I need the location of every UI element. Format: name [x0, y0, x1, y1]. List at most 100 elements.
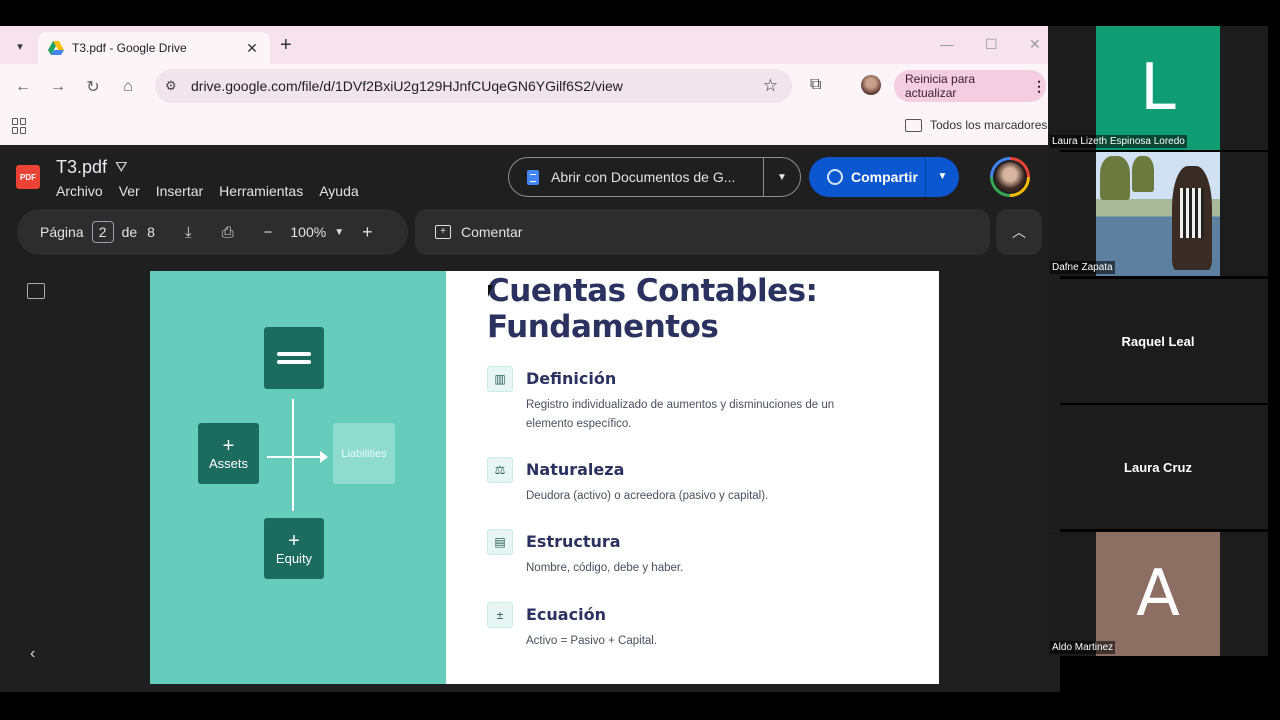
minimize-icon[interactable]: —	[940, 36, 954, 52]
close-tab-icon[interactable]: ✕	[244, 40, 260, 57]
open-with-label: Abrir con Documentos de G...	[551, 169, 736, 185]
url-text[interactable]: drive.google.com/file/d/1DVf2BxiU2g129HJ…	[191, 78, 763, 94]
menu-ver[interactable]: Ver	[119, 183, 140, 199]
tab-search-button[interactable]: ▾	[8, 34, 32, 58]
participant-tile[interactable]: A Aldo Martinez	[1048, 532, 1268, 656]
zoom-in-icon[interactable]: +	[362, 222, 373, 243]
add-to-drive-icon[interactable]: ⛛	[115, 159, 128, 176]
previous-page-icon[interactable]: ‹	[30, 645, 35, 663]
collapse-toolbar-icon[interactable]: ︿	[996, 209, 1042, 255]
participant-tile[interactable]: L Laura Lizeth Espinosa Loredo	[1048, 26, 1268, 150]
equals-box	[264, 327, 324, 389]
item-heading: Estructura	[526, 532, 621, 551]
item-heading: Ecuación	[526, 605, 606, 624]
tab-title: T3.pdf - Google Drive	[72, 41, 187, 55]
participant-name: Raquel Leal	[1121, 334, 1195, 349]
menu-ayuda[interactable]: Ayuda	[319, 183, 358, 199]
zoom-level[interactable]: 100%	[290, 224, 326, 240]
restart-update-button[interactable]: Reinicia para actualizar ⋮	[894, 70, 1046, 102]
participant-tile[interactable]: Laura Cruz	[1048, 405, 1268, 529]
site-settings-icon[interactable]: ⚙	[165, 78, 183, 94]
item-heading: Naturaleza	[526, 460, 625, 479]
download-icon[interactable]: ⤓	[185, 224, 192, 241]
scale-icon: ⚖	[487, 457, 513, 483]
participant-video	[1096, 152, 1220, 276]
tree	[1100, 156, 1130, 200]
slide-title-line1: Cuentas Contables:	[487, 273, 818, 309]
zoom-dropdown-icon[interactable]: ▼	[334, 227, 344, 238]
share-dropdown-icon[interactable]: ▼	[925, 157, 959, 197]
equity-box: + Equity	[264, 518, 324, 579]
slide-title-line2: Fundamentos	[487, 309, 719, 345]
home-icon[interactable]: ⌂	[117, 76, 139, 98]
update-label: Reinicia para actualizar	[905, 72, 976, 100]
item-text: Registro individualizado de aumentos y d…	[526, 399, 835, 430]
extensions-icon[interactable]: ⧉	[810, 76, 821, 94]
diagram-horizontal-line	[267, 456, 322, 458]
viewer-menu-bar: Archivo Ver Insertar Herramientas Ayuda	[56, 183, 375, 199]
reload-icon[interactable]: ↻	[82, 76, 104, 98]
account-avatar[interactable]	[990, 157, 1030, 197]
folder-icon	[905, 118, 922, 132]
document-title[interactable]: T3.pdf	[56, 157, 107, 178]
apps-grid-icon[interactable]	[12, 118, 28, 134]
page-toolbar: Página 2 de 8 ⤓ ⎙ − 100% ▼ +	[17, 209, 408, 255]
print-icon[interactable]: ⎙	[222, 224, 234, 241]
item-heading: Definición	[526, 369, 617, 388]
back-arrow-icon[interactable]: ←	[12, 76, 34, 98]
plus-icon: +	[288, 530, 300, 552]
screen: ▾ T3.pdf - Google Drive ✕ + — ☐ ✕ ← → ↻ …	[0, 0, 1280, 720]
slide-illustration: + Assets Liabilities + Equity	[150, 271, 446, 684]
share-button[interactable]: Compartir ▼	[809, 157, 959, 197]
menu-insertar[interactable]: Insertar	[156, 183, 203, 199]
page-of-label: de	[121, 224, 138, 240]
zoom-out-icon[interactable]: −	[264, 224, 273, 241]
image-thumbnail-icon[interactable]	[27, 283, 45, 299]
browser-window: ▾ T3.pdf - Google Drive ✕ + — ☐ ✕ ← → ↻ …	[0, 26, 1048, 145]
participant-tile[interactable]: Raquel Leal	[1048, 279, 1268, 403]
page-total: 8	[147, 224, 155, 240]
diagram-vertical-line	[292, 399, 294, 511]
share-label: Compartir	[851, 169, 918, 185]
item-text: Deudora (activo) o acreedora (pasivo y c…	[526, 490, 769, 502]
mouse-cursor	[488, 285, 493, 297]
participant-initial-avatar: A	[1096, 532, 1220, 656]
structure-icon: ▤	[487, 529, 513, 555]
page-label: Página	[40, 224, 84, 240]
browser-toolbar: ← → ↻ ⌂ ⚙ drive.google.com/file/d/1DVf2B…	[0, 64, 1048, 108]
item-text: Activo = Pasivo + Capital.	[526, 635, 658, 647]
globe-icon	[827, 169, 843, 185]
participant-tile[interactable]: Dafne Zapata	[1048, 152, 1268, 276]
forward-arrow-icon[interactable]: →	[47, 76, 69, 98]
pdf-file-icon: PDF	[16, 165, 40, 189]
comment-button[interactable]: Comentar	[461, 224, 522, 240]
maximize-icon[interactable]: ☐	[985, 36, 998, 53]
liabilities-label: Liabilities	[341, 447, 387, 460]
browser-profile-avatar[interactable]	[861, 75, 881, 95]
open-with-dropdown-icon[interactable]: ▼	[764, 172, 800, 183]
menu-herramientas[interactable]: Herramientas	[219, 183, 303, 199]
equals-icon	[277, 348, 311, 368]
participant-name: Laura Lizeth Espinosa Loredo	[1050, 135, 1187, 148]
calculator-icon: ±	[487, 602, 513, 628]
menu-archivo[interactable]: Archivo	[56, 183, 103, 199]
tab-bar: ▾ T3.pdf - Google Drive ✕ + — ☐ ✕	[0, 26, 1048, 64]
drive-pdf-viewer: PDF T3.pdf ⛛ Archivo Ver Insertar Herram…	[0, 145, 1060, 692]
participant-initial-avatar: L	[1096, 26, 1220, 150]
google-docs-icon	[527, 169, 539, 185]
close-window-icon[interactable]: ✕	[1029, 36, 1041, 53]
liabilities-box: Liabilities	[333, 423, 395, 484]
all-bookmarks-button[interactable]: Todos los marcadores	[905, 118, 1047, 132]
address-bar[interactable]: ⚙ drive.google.com/file/d/1DVf2BxiU2g129…	[155, 69, 792, 103]
assets-box: + Assets	[198, 423, 259, 484]
scarf	[1180, 188, 1204, 238]
page-number-input[interactable]: 2	[91, 221, 114, 243]
plus-icon: +	[222, 435, 235, 457]
open-with-button[interactable]: Abrir con Documentos de G... ▼	[508, 157, 801, 197]
google-drive-icon	[48, 41, 64, 55]
tab-active[interactable]: T3.pdf - Google Drive ✕	[38, 32, 270, 64]
more-menu-icon[interactable]: ⋮	[1032, 78, 1046, 95]
bookmark-star-icon[interactable]: ☆	[763, 76, 778, 96]
new-tab-button[interactable]: +	[280, 34, 292, 56]
equity-label: Equity	[275, 551, 313, 566]
